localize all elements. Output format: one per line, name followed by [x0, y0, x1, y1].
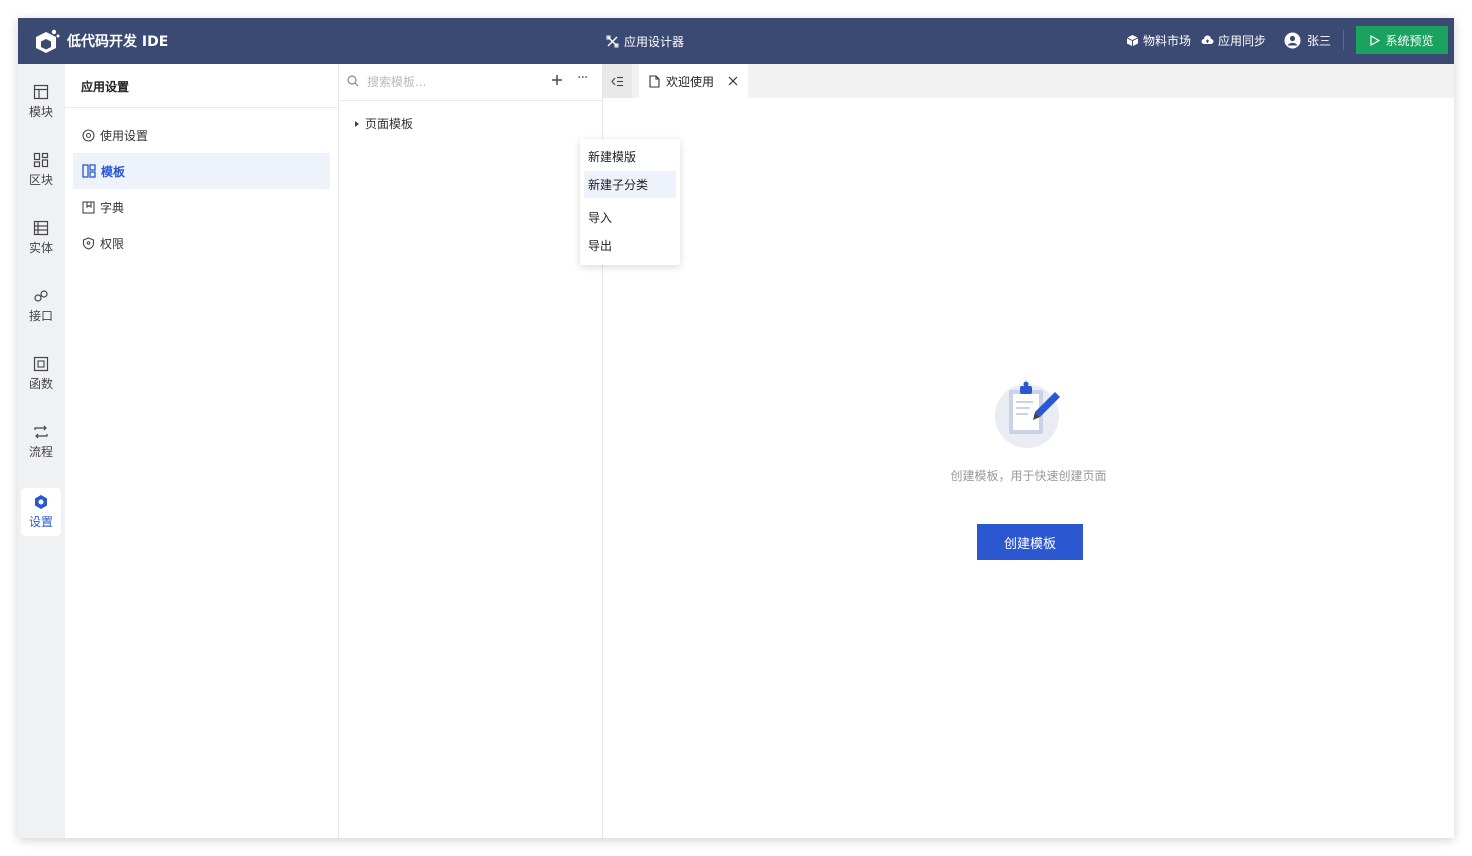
tools-icon: [606, 35, 619, 48]
nav-item-templates[interactable]: 模板: [73, 153, 330, 189]
user-menu[interactable]: 张三: [1284, 32, 1331, 49]
designer-text: 应用设计器: [624, 35, 685, 49]
flow-icon: [34, 425, 48, 439]
rail-item-settings[interactable]: 设置: [21, 488, 61, 536]
app-sync-link[interactable]: 应用同步: [1201, 32, 1266, 49]
collapse-icon: [611, 76, 623, 86]
play-icon: [1370, 34, 1381, 46]
function-icon: [33, 356, 49, 372]
rail-label: 设置: [28, 515, 53, 529]
material-market-link[interactable]: 物料市场: [1126, 32, 1191, 49]
menu-item-label: 新建子分类: [588, 178, 649, 192]
settings-nav: 应用设置 使用设置 模板 字典 权限: [65, 64, 339, 838]
ide-window: 低代码开发 IDE 应用设计器 物料市场 应用同步 张三 系统预览 模块 区块 …: [18, 18, 1454, 838]
menu-item-label: 导入: [588, 211, 613, 225]
dictionary-icon: [82, 200, 95, 214]
search-icon: [347, 75, 359, 87]
logo-icon: [36, 29, 60, 53]
close-icon[interactable]: [728, 76, 738, 86]
nav-item-label: 权限: [100, 236, 125, 251]
system-preview-button[interactable]: 系统预览: [1356, 26, 1448, 54]
cube-icon: [1126, 34, 1139, 46]
nav-item-label: 字典: [100, 200, 125, 215]
blocks-icon: [33, 152, 49, 168]
nav-divider: [65, 107, 338, 108]
editor-tab-bar: 欢迎使用: [603, 64, 1454, 98]
rail-label: 实体: [28, 241, 53, 255]
layout-icon: [33, 84, 49, 100]
nav-item-permissions[interactable]: 权限: [73, 225, 330, 261]
menu-item-import[interactable]: 导入: [584, 204, 676, 231]
user-avatar-icon: [1284, 32, 1301, 48]
file-icon: [649, 74, 660, 88]
template-icon: [82, 164, 96, 178]
template-context-menu: 新建模版 新建子分类 导入 导出: [580, 139, 680, 265]
rail-label: 区块: [28, 173, 53, 187]
app-designer-label[interactable]: 应用设计器: [606, 33, 684, 50]
rail-item-blocks[interactable]: 区块: [21, 146, 61, 194]
header-divider: [1343, 30, 1344, 50]
nav-item-label: 模板: [101, 164, 126, 179]
rail-label: 函数: [28, 377, 53, 391]
template-search-bar: ···: [339, 64, 602, 101]
shield-icon: [82, 236, 95, 250]
rail-item-entities[interactable]: 实体: [21, 214, 61, 262]
cloud-sync-icon: [1201, 35, 1214, 44]
rail-label: 接口: [28, 309, 53, 323]
add-icon[interactable]: [549, 72, 565, 88]
template-search-input[interactable]: [367, 72, 537, 92]
link-icon: [34, 290, 48, 302]
settings-nav-title: 应用设置: [81, 80, 130, 94]
menu-item-new-subcategory[interactable]: 新建子分类: [584, 171, 676, 198]
settings-icon: [35, 495, 47, 509]
app-sync-label: 应用同步: [1217, 33, 1266, 48]
material-market-label: 物料市场: [1142, 33, 1191, 48]
rail-label: 流程: [28, 445, 53, 459]
nav-item-dictionary[interactable]: 字典: [73, 189, 330, 225]
app-title: 低代码开发 IDE: [67, 34, 169, 50]
user-name: 张三: [1306, 33, 1331, 48]
tree-node-page-templates[interactable]: 页面模板: [355, 115, 413, 132]
nav-item-label: 使用设置: [100, 128, 149, 143]
editor-area: 欢迎使用 创建模板，用于快速创建页面 创建模板: [603, 64, 1454, 838]
clipboard-illustration-icon: [995, 381, 1060, 448]
menu-item-label: 导出: [588, 239, 613, 253]
empty-state-text: 创建模板，用于快速创建页面: [950, 469, 1107, 483]
activity-rail: 模块 区块 实体 接口 函数 流程 设置: [18, 64, 65, 838]
rail-item-functions[interactable]: 函数: [21, 350, 61, 398]
collapse-sidebar-button[interactable]: [603, 64, 632, 98]
tab-welcome[interactable]: 欢迎使用: [639, 64, 748, 98]
gear-icon: [82, 128, 95, 142]
menu-item-label: 新建模版: [588, 150, 637, 164]
menu-item-new-template[interactable]: 新建模版: [584, 143, 676, 170]
caret-right-icon: [355, 120, 359, 127]
tree-node-label: 页面模板: [365, 117, 414, 131]
top-header: 低代码开发 IDE 应用设计器 物料市场 应用同步 张三 系统预览: [18, 18, 1454, 64]
rail-label: 模块: [28, 105, 53, 119]
nav-item-usage-settings[interactable]: 使用设置: [73, 117, 330, 153]
create-template-button[interactable]: 创建模板: [977, 524, 1083, 560]
preview-label: 系统预览: [1385, 33, 1434, 48]
tab-label: 欢迎使用: [666, 74, 715, 89]
more-options-icon[interactable]: ···: [577, 70, 588, 86]
menu-item-export[interactable]: 导出: [584, 232, 676, 259]
rail-item-api[interactable]: 接口: [21, 282, 61, 330]
rail-item-flows[interactable]: 流程: [21, 418, 61, 466]
rail-item-modules[interactable]: 模块: [21, 78, 61, 126]
header-actions: 物料市场 应用同步 张三 系统预览: [1126, 26, 1448, 54]
template-panel: ··· 页面模板: [339, 64, 603, 838]
entity-icon: [33, 220, 49, 236]
